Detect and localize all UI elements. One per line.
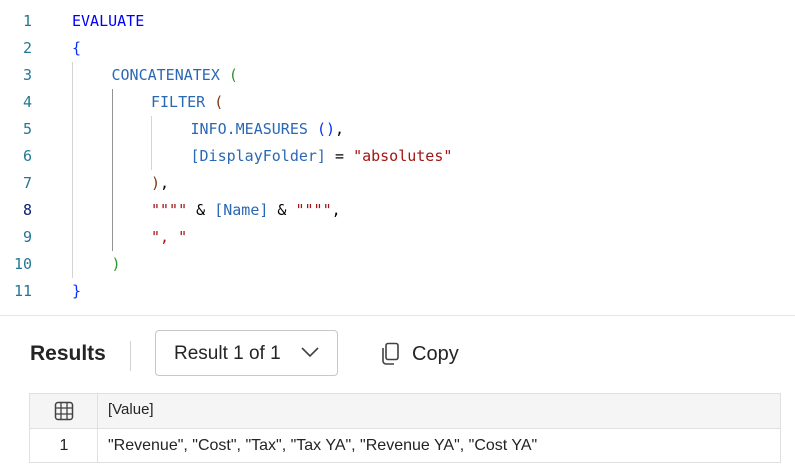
code-text: ), [151,170,169,197]
line-number: 8 [22,201,32,219]
code-token: FILTER [151,93,206,111]
code-editor[interactable]: 1 EVALUATE 2{3 CONCATENATEX (4 FILTER (5 INFO… [0,0,795,312]
code-text: EVALUATE [72,8,144,35]
indent-guide [111,89,113,251]
code-line[interactable]: 6 [DisplayFolder] = "absolutes" [0,143,795,170]
code-token: CONCATENATEX [111,66,220,84]
value-cell[interactable]: "Revenue", "Cost", "Tax", "Tax YA", "Rev… [108,429,537,462]
line-number: 4 [22,93,32,111]
code-line[interactable]: 5 INFO.MEASURES (), [0,116,795,143]
code-token: { [72,39,82,57]
code-token: , [335,120,345,138]
code-token: () [316,120,335,138]
code-token: [DisplayFolder] [190,147,326,165]
code-line[interactable]: 7), [0,170,795,197]
code-line[interactable]: 8 """" & [Name] & """", [0,197,795,224]
code-token: [Name] [214,201,269,219]
result-selector-dropdown[interactable]: Result 1 of 1 [155,330,338,376]
grid-header-row: [Value] [30,394,780,429]
code-token: , [160,174,170,192]
toolbar-divider [130,341,131,371]
code-text: ", " [151,224,187,251]
result-selector-label: Result 1 of 1 [174,343,281,364]
code-token: } [72,282,82,300]
code-token: INFO.MEASURES [190,120,308,138]
line-number: 7 [22,174,32,192]
code-token: """" [295,201,332,219]
code-line[interactable]: 1 EVALUATE [0,8,795,35]
grid-corner-cell[interactable] [30,394,98,428]
code-line[interactable]: 10) [0,251,795,278]
copy-label: Copy [412,343,459,365]
code-token: ( [228,66,238,84]
line-number: 2 [22,39,32,57]
indent-guide [72,62,73,278]
code-token: = [325,147,354,165]
line-number: 10 [13,255,32,273]
code-text: } [72,278,81,305]
line-number: 5 [22,120,32,138]
line-number: 9 [22,228,32,246]
code-token: ( [214,93,224,111]
code-token: ) [151,174,161,192]
code-text: INFO.MEASURES (), [191,116,345,143]
code-text: CONCATENATEX ( [112,62,238,89]
line-number: 1 [22,12,32,30]
code-token: EVALUATE [72,12,145,30]
code-text: [DisplayFolder] = "absolutes" [191,143,453,170]
code-text: { [72,35,81,62]
results-grid[interactable]: [Value] 1 "Revenue", "Cost", "Tax", "Tax… [29,393,781,463]
line-number: 6 [22,147,32,165]
code-token: "absolutes" [353,147,453,165]
line-number: 11 [13,282,32,300]
code-token: , [331,201,341,219]
code-token: """" [151,201,188,219]
code-line[interactable]: 3 CONCATENATEX ( [0,62,795,89]
table-icon [54,401,74,426]
code-text: FILTER ( [151,89,223,116]
row-number: 1 [59,437,69,454]
code-token: ) [111,255,121,273]
code-text: ) [112,251,121,278]
results-toolbar: Results Result 1 of 1 Copy [0,315,795,392]
row-index-cell: 1 [30,429,98,462]
code-line[interactable]: 2{ [0,35,795,62]
table-row[interactable]: 1 "Revenue", "Cost", "Tax", "Tax YA", "R… [30,429,780,462]
results-title: Results [30,342,106,365]
copy-button[interactable]: Copy [380,340,480,370]
code-line[interactable]: 4 FILTER ( [0,89,795,116]
indent-guide [151,116,152,170]
code-text: """" & [Name] & """", [151,197,341,224]
column-header-value[interactable]: [Value] [108,401,154,418]
code-line[interactable]: 11} [0,278,795,305]
code-token: ", " [151,228,188,246]
code-token: & [268,201,296,219]
code-token: & [187,201,215,219]
code-line[interactable]: 9 ", " [0,224,795,251]
line-number: 3 [22,66,32,84]
chevron-down-icon [300,345,320,364]
copy-icon [380,342,402,371]
